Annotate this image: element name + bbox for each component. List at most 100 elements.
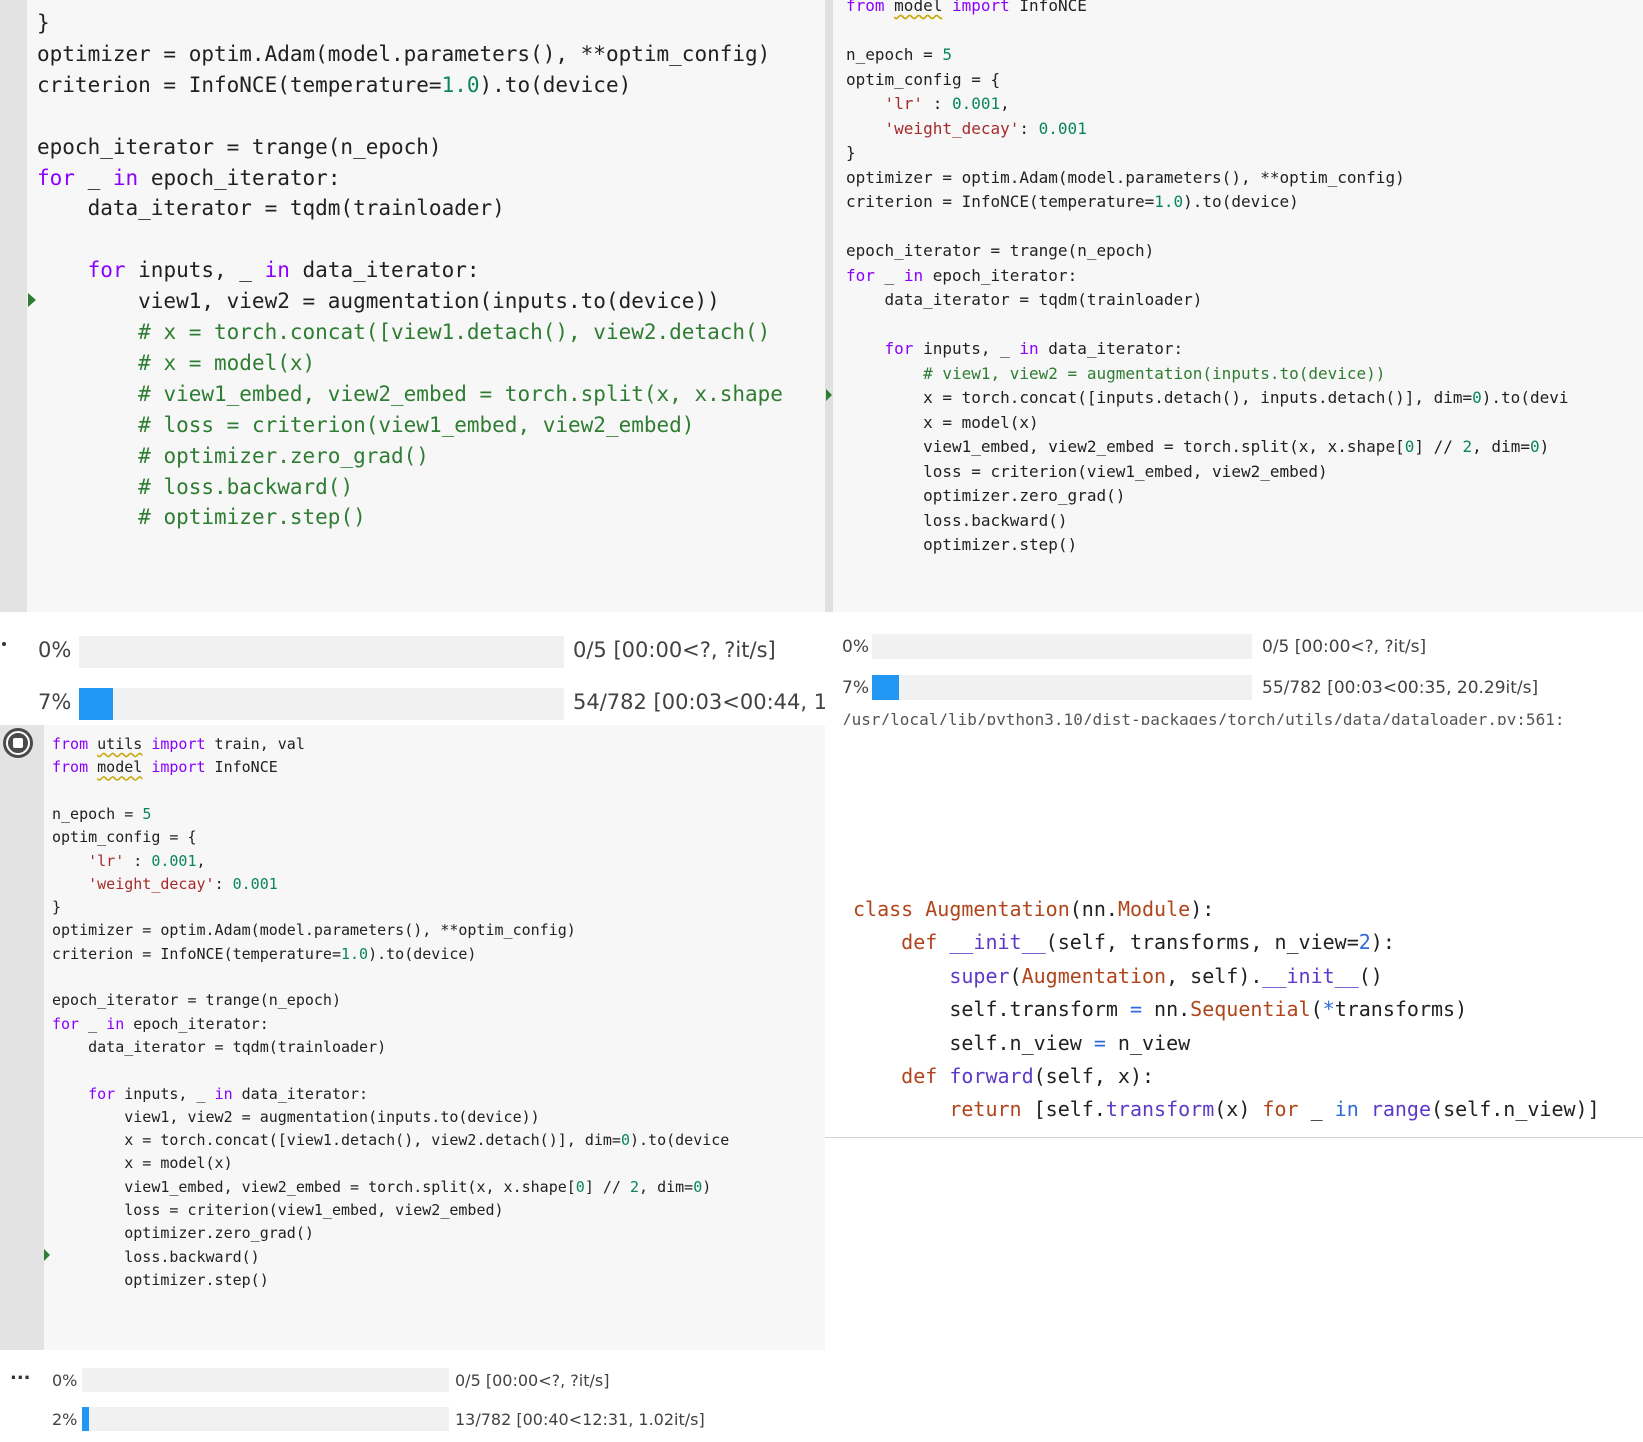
code-token: from: [846, 0, 885, 15]
code-line: for inputs, _ in data_iterator:: [846, 337, 1184, 362]
progress-fill: [79, 688, 113, 720]
code-token: 'lr': [88, 851, 125, 870]
code-token: 2: [629, 1177, 640, 1196]
code-line: # view1_embed, view2_embed = torch.split…: [37, 379, 783, 410]
code-token: x = torch.concat([inputs.detach(), input…: [846, 388, 1473, 407]
screenshot-bottom-right: class Augmentation(nn.Module): def __ini…: [825, 725, 1643, 1442]
code-token: in: [112, 165, 139, 190]
code-token: =: [1129, 997, 1142, 1022]
code-token: epoch_iterator:: [138, 165, 341, 190]
code-line: loss = criterion(view1_embed, view2_embe…: [52, 1199, 503, 1222]
code-line: view1_embed, view2_embed = torch.split(x…: [52, 1176, 711, 1199]
progress-bar: [872, 675, 1252, 700]
progress-bar: [79, 688, 564, 720]
code-line: from model import InfoNCE: [846, 0, 1087, 19]
code-line: loss.backward(): [846, 509, 1068, 534]
code-token: for: [87, 258, 126, 283]
screenshot-bottom-left: from utils import train, val from model i…: [0, 725, 825, 1442]
code-line: epoch_iterator = trange(n_epoch): [846, 239, 1154, 264]
progress-percent: 0%: [38, 638, 72, 662]
code-cell[interactable]: from model import InfoNCE n_epoch = 5 opti…: [833, 0, 1643, 612]
code-line: optimizer = optim.Adam(model.parameters(…: [37, 39, 770, 70]
code-token: inputs, _: [125, 258, 265, 283]
code-token: Augmentation: [925, 897, 1070, 921]
code-line: epoch_iterator = trange(n_epoch): [37, 132, 442, 163]
code-line: self.transform = nn.Sequential(*transfor…: [853, 993, 1467, 1026]
code-line: optimizer = optim.Adam(model.parameters(…: [846, 166, 1405, 191]
code-cell[interactable]: from utils import train, val from model i…: [44, 725, 825, 1350]
code-token: optimizer.zero_grad(): [52, 1224, 314, 1243]
code-line: for _ in epoch_iterator:: [846, 264, 1077, 289]
code-token: (nn.: [1069, 897, 1118, 921]
code-cell: class Augmentation(nn.Module): def __ini…: [825, 885, 1643, 1135]
code-token: data_iterator = tqdm(trainloader): [846, 290, 1203, 309]
code-token: import: [151, 758, 206, 777]
stderr-text: /usr/local/lib/python3.10/dist-packages/…: [842, 710, 1565, 725]
code-line: # loss = criterion(view1_embed, view2_em…: [37, 410, 694, 441]
code-line: # optimizer.zero_grad(): [37, 441, 429, 472]
code-token: x = model(x): [52, 1154, 233, 1173]
code-token: class: [853, 897, 914, 921]
screenshot-top-right: from model import InfoNCE n_epoch = 5 opti…: [825, 0, 1643, 725]
progress-info: 0/5 [00:00<?, ?it/s]: [455, 1371, 610, 1390]
code-token: 0: [620, 1131, 630, 1150]
code-line: optim_config = {: [846, 68, 1000, 93]
code-line: 'weight_decay': 0.001: [846, 117, 1087, 142]
code-token: 5: [142, 804, 152, 823]
code-cell[interactable]: } optimizer = optim.Adam(model.parameters…: [27, 0, 825, 612]
code-line: # loss.backward(): [37, 472, 353, 503]
code-token: ] //: [584, 1177, 630, 1196]
code-line: x = torch.concat([view1.detach(), view2.…: [52, 1129, 729, 1152]
code-token: model: [97, 758, 143, 777]
progress-fill: [82, 1407, 89, 1431]
code-token: def: [901, 930, 938, 955]
code-token: 1.0: [1154, 192, 1184, 211]
divider: [825, 0, 833, 612]
code-token: Module: [1117, 897, 1191, 921]
divider: [825, 1137, 1643, 1138]
code-token: epoch_iterator:: [124, 1014, 269, 1033]
code-token: ).to(device: [629, 1131, 730, 1150]
code-token: criterion = InfoNCE(temperature=: [37, 72, 442, 97]
code-token: epoch_iterator = trange(n_epoch): [37, 134, 442, 159]
code-line: criterion = InfoNCE(temperature=1.0).to(…: [52, 943, 476, 966]
code-token: n_epoch =: [52, 804, 143, 823]
code-token: (): [1358, 963, 1383, 988]
code-token: import: [151, 735, 206, 753]
code-token: data_iterator = tqdm(trainloader): [52, 1037, 387, 1056]
code-token: # view1_embed, view2_embed = torch.split…: [138, 381, 783, 406]
code-token: ,: [1000, 94, 1010, 113]
code-token: # x = model(x): [138, 350, 316, 375]
code-token: criterion = InfoNCE(temperature=: [846, 192, 1155, 211]
run-arrow-icon: [28, 293, 36, 307]
code-token: 'weight_decay': [88, 874, 215, 893]
code-token: (: [1310, 997, 1323, 1022]
stop-icon[interactable]: [3, 728, 33, 758]
code-token: }: [846, 143, 856, 162]
code-token: 2: [1358, 930, 1371, 955]
code-token: data_iterator:: [1038, 339, 1184, 358]
code-line: view1, view2 = augmentation(inputs.to(de…: [37, 286, 720, 317]
output-ellipsis[interactable]: ...: [10, 1363, 31, 1384]
code-token: 0: [1472, 388, 1482, 407]
progress-bar: [872, 634, 1252, 659]
progress-percent: 0%: [52, 1371, 78, 1390]
code-token: *: [1322, 997, 1335, 1022]
code-token: # optimizer.zero_grad(): [138, 443, 429, 468]
code-token: loss.backward(): [846, 510, 1068, 530]
code-token: optimizer.step(): [52, 1270, 269, 1289]
code-line: # view1, view2 = augmentation(inputs.to(…: [846, 362, 1385, 387]
code-token: 'weight_decay': [884, 118, 1020, 138]
progress-percent: 2%: [52, 1410, 78, 1429]
code-line: criterion = InfoNCE(temperature=1.0).to(…: [846, 190, 1299, 215]
